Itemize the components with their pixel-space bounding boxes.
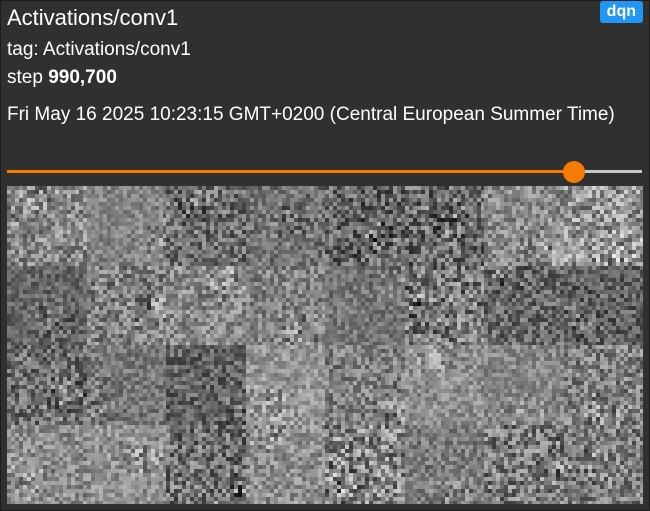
- activation-image[interactable]: [7, 186, 643, 504]
- activation-canvas: [7, 186, 643, 504]
- tag-label: tag:: [7, 39, 43, 60]
- tag-line: tag: Activations/conv1: [7, 38, 191, 62]
- step-label: step: [7, 67, 49, 88]
- step-line: step 990,700: [7, 66, 117, 90]
- step-timestamp: Fri May 16 2025 10:23:15 GMT+0200 (Centr…: [7, 104, 615, 125]
- slider-thumb[interactable]: [563, 161, 586, 183]
- slider-fill: [7, 170, 575, 173]
- step-value: 990,700: [48, 67, 117, 88]
- tag-value: Activations/conv1: [42, 39, 191, 60]
- card-title: Activations/conv1: [7, 5, 179, 30]
- step-slider[interactable]: [7, 161, 642, 183]
- run-badge: dqn: [599, 1, 643, 23]
- image-card: Activations/conv1 dqn tag: Activations/c…: [0, 0, 650, 511]
